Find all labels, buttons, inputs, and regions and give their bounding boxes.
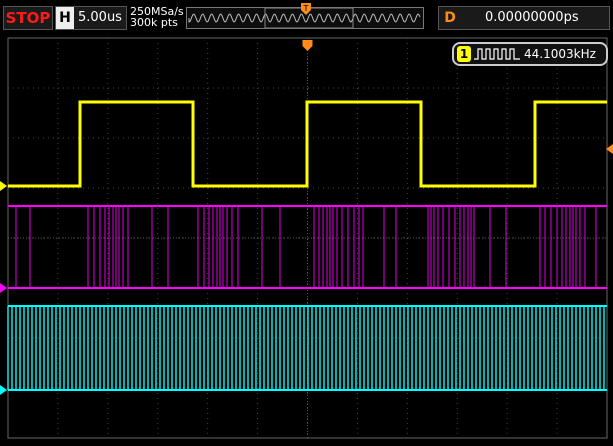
frequency-measurement[interactable]: 1 44.1003kHz (452, 42, 608, 66)
measurement-channel-badge: 1 (457, 46, 471, 62)
trigger-top-icon (302, 40, 313, 51)
acquisition-info: 250MSa/s 300k pts (130, 6, 184, 28)
top-toolbar: STOP H 5.00us 250MSa/s 300k pts T D 0.00… (0, 0, 613, 36)
square-wave-icon (474, 48, 520, 60)
horizontal-scale-box[interactable]: H 5.00us (55, 6, 127, 30)
delay-value: 0.00000000ps (485, 10, 579, 25)
delay-box[interactable]: D 0.00000000ps (438, 6, 610, 30)
delay-label: D (444, 10, 456, 26)
ch1-offset-marker-icon (0, 181, 7, 191)
waveform-display[interactable] (0, 36, 613, 442)
ch3-offset-marker-icon (0, 385, 7, 395)
ch3-waveform (7, 306, 605, 390)
ch2-offset-marker-icon (0, 283, 7, 293)
run-stop-button[interactable]: STOP (3, 6, 53, 30)
ch2-waveform-edges (15, 206, 597, 288)
ch1-waveform (8, 100, 607, 188)
horizontal-scale-value: 5.00us (78, 10, 122, 25)
frequency-value: 44.1003kHz (524, 47, 596, 61)
horizontal-label: H (56, 7, 74, 29)
memory-depth: 300k pts (130, 16, 178, 29)
waveform-canvas (0, 37, 613, 439)
trigger-marker-label: T (303, 4, 309, 13)
trigger-position-icon: T (301, 3, 311, 15)
